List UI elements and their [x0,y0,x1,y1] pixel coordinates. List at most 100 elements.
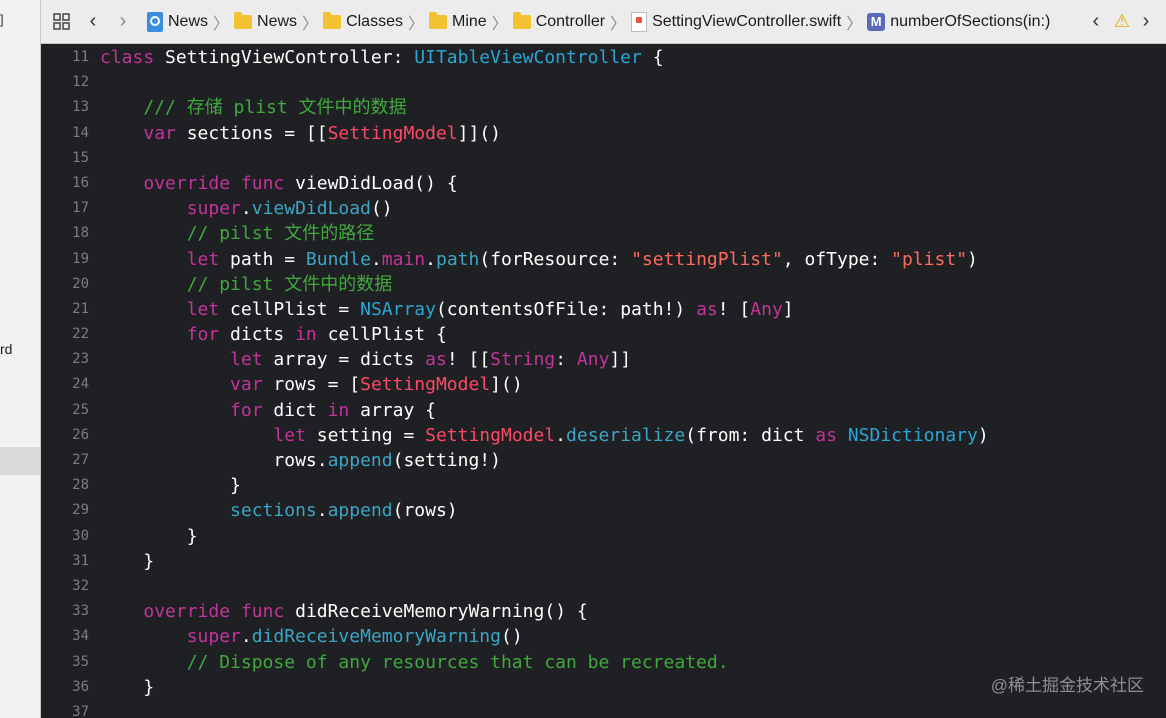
code-line[interactable]: let path = Bundle.main.path(forResource:… [100,247,989,272]
code-token: ) [967,248,978,270]
code-line[interactable]: for dict in array { [100,398,989,423]
chevron-right-icon: 〉 [491,15,508,33]
code-token: super [186,198,241,220]
code-line[interactable]: super.viewDidLoad() [100,196,989,221]
chevron-right-icon: 〉 [302,15,319,33]
code-token: append [327,500,393,522]
code-area[interactable]: class SettingViewController: UITableView… [100,45,989,718]
code-token: in [327,399,350,421]
code-token: let [230,349,263,371]
code-token: (from: dict [685,424,816,446]
watermark-text: @稀土掘金技术社区 [990,676,1144,695]
code-line[interactable]: // pilst 文件的路径 [100,221,989,246]
xcodeproj-icon [147,11,163,32]
back-arrow-icon[interactable]: ‹ [81,0,105,43]
code-line[interactable]: } [100,524,989,549]
breadcrumb-folder-news[interactable]: News [234,11,297,31]
line-number: 15 [72,149,89,166]
line-number: 33 [72,603,89,620]
line-number: 32 [72,577,89,594]
code-line[interactable] [100,70,989,95]
code-line[interactable] [100,574,989,599]
code-line[interactable]: } [100,473,989,498]
source-editor[interactable]: 11 12 13 14 15 16 17 18 19 20 21 22 23 24 25 26 27 28 29 30… [41,45,1166,718]
code-line[interactable]: /// 存储 plist 文件中的数据 [100,95,989,120]
code-token: ) [977,424,989,446]
breadcrumb-label: News [168,12,209,30]
code-line[interactable] [100,700,989,718]
previous-issue-icon[interactable]: ‹ [1084,0,1108,43]
code-token: NSDictionary [847,424,978,446]
code-token: cellPlist { [316,324,447,346]
line-number: 35 [72,653,89,670]
folder-icon [512,11,531,29]
method-icon: M [867,12,886,31]
breadcrumb-folder-controller[interactable]: Controller [512,11,606,31]
breadcrumb-project[interactable]: News [147,11,209,32]
navigator-fragment-top: ] [0,12,4,27]
code-line[interactable]: override func didReceiveMemoryWarning() … [100,599,989,624]
line-number: 30 [72,527,89,544]
code-token: didReceiveMemoryWarning() { [284,601,588,623]
code-line[interactable]: // Dispose of any resources that can be … [100,650,989,675]
breadcrumb-file[interactable]: SettingViewController.swift [631,11,841,32]
code-token: ! [[ [446,349,491,371]
code-token: UITableViewController [414,47,642,68]
next-issue-icon[interactable]: › [1134,0,1158,43]
code-token: NSArray [360,298,436,320]
breadcrumb-method[interactable]: M numberOfSections(in:) [867,12,1050,31]
code-line[interactable]: override func viewDidLoad() { [100,171,989,196]
navigator-selected-row[interactable] [0,447,40,475]
forward-arrow-icon[interactable]: › [111,0,135,43]
code-token: class [100,47,155,68]
code-line[interactable]: super.didReceiveMemoryWarning() [100,624,989,649]
code-line[interactable]: } [100,675,989,700]
code-line[interactable]: } [100,549,989,574]
code-token: . [555,424,567,446]
code-token: path = [219,248,306,270]
line-number: 26 [72,426,89,443]
code-line[interactable]: sections.append(rows) [100,498,989,523]
code-line[interactable]: class SettingViewController: UITableView… [100,45,989,70]
code-token: override [143,172,231,194]
code-token: array = dicts [262,349,426,371]
code-line[interactable]: var sections = [[SettingModel]]() [100,121,989,146]
code-token: ]() [490,374,523,396]
code-token: ] [782,298,794,320]
breadcrumb-folder-mine[interactable]: Mine [428,11,487,31]
warning-icon[interactable]: ⚠ [1114,11,1130,32]
code-token: . [425,248,436,270]
breadcrumb-label: Controller [535,12,606,30]
code-token: let [186,248,220,270]
code-token: "settingPlist" [631,248,783,270]
jump-bar-right-controls: ‹ ⚠ › [1084,0,1158,43]
code-line[interactable]: let cellPlist = NSArray(contentsOfFile: … [100,297,989,322]
code-token: . [240,198,252,220]
grid-icon[interactable] [51,0,73,43]
code-token: for [230,399,263,421]
code-line[interactable] [100,146,989,171]
code-line[interactable]: rows.append(setting!) [100,448,989,473]
line-number: 34 [72,628,89,645]
line-number: 23 [72,351,89,368]
code-line[interactable]: let setting = SettingModel.deserialize(f… [100,423,989,448]
code-token: // pilst 文件中的数据 [100,273,393,295]
code-line[interactable]: var rows = [SettingModel]() [100,372,989,397]
code-line[interactable]: for dicts in cellPlist { [100,322,989,347]
code-line[interactable]: // pilst 文件中的数据 [100,272,989,297]
code-token: let [186,298,220,320]
code-token: rows. [100,450,328,471]
code-token: sections [230,500,317,522]
code-line[interactable]: let array = dicts as! [[String: Any]] [100,347,989,372]
line-number: 37 [72,703,89,718]
line-number: 36 [72,678,89,695]
navigator-item-fragment[interactable]: rd [0,341,12,357]
breadcrumb-folder-classes[interactable]: Classes [323,11,403,31]
line-number: 20 [72,275,89,292]
